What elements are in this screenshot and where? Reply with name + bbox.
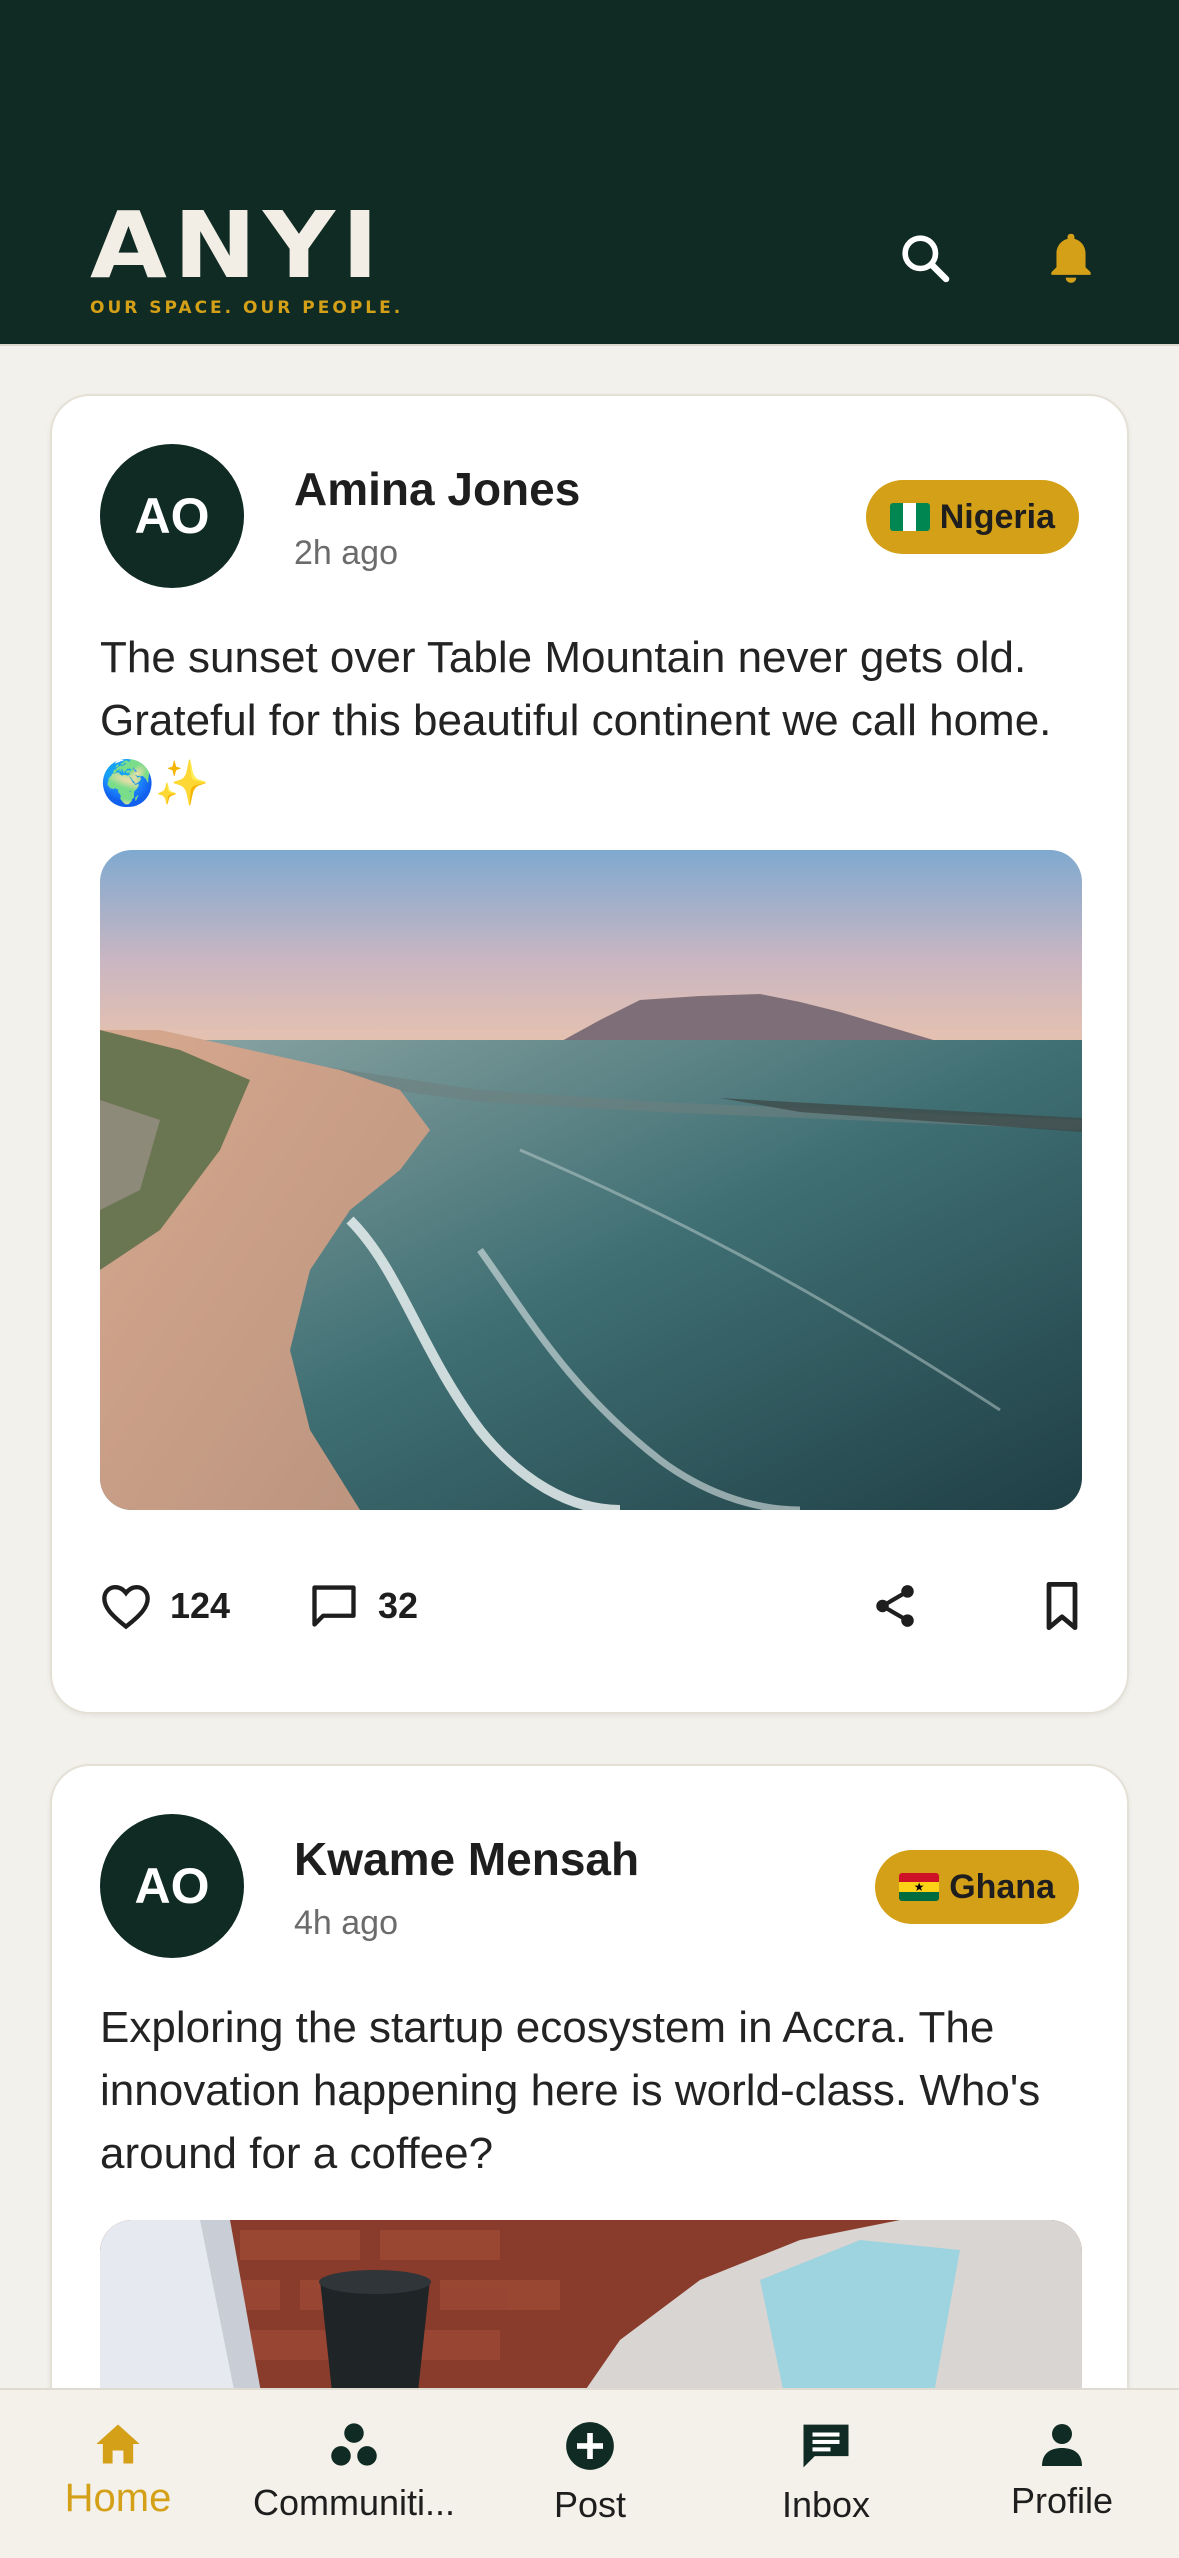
country-label: Ghana (949, 1867, 1055, 1906)
nav-profile-label: Profile (1010, 2480, 1114, 2521)
post-card[interactable]: AO Amina Jones 2h ago Nigeria The sunset… (50, 394, 1129, 1714)
add-circle-icon (566, 2422, 614, 2470)
avatar[interactable]: AO (100, 444, 244, 588)
communities-icon (331, 2423, 377, 2466)
post-feed: AO Amina Jones 2h ago Nigeria The sunset… (50, 394, 1129, 2470)
comment-icon (312, 1585, 356, 1627)
app-logo[interactable]: ANYI OUR SPACE. OUR PEOPLE. (90, 200, 404, 319)
country-badge[interactable]: ★ Ghana (875, 1850, 1079, 1924)
heart-icon (102, 1584, 150, 1630)
nav-post-label: Post (553, 2484, 627, 2525)
like-button[interactable]: 124 (100, 1566, 230, 1646)
nav-profile[interactable]: Profile (944, 2390, 1179, 2558)
bottom-nav: Home Communiti... Post Inbox Profile (0, 2388, 1179, 2558)
search-icon[interactable] (893, 226, 957, 290)
post-text: The sunset over Table Mountain never get… (100, 633, 1052, 808)
nav-inbox-label: Inbox (781, 2484, 871, 2525)
message-icon (803, 2424, 849, 2468)
post-actions: 124 32 (100, 1566, 1079, 1646)
nav-home-label: Home (64, 2476, 172, 2520)
avatar[interactable]: AO (100, 1814, 244, 1958)
share-button[interactable] (870, 1566, 920, 1646)
country-label: Nigeria (939, 497, 1055, 536)
comment-count: 32 (378, 1585, 419, 1626)
logo-tagline: OUR SPACE. OUR PEOPLE. (90, 298, 404, 318)
share-icon (876, 1585, 914, 1627)
post-time: 4h ago (294, 1904, 398, 1942)
bell-icon[interactable] (1039, 226, 1103, 290)
nav-home[interactable]: Home (0, 2390, 236, 2558)
nav-post[interactable]: Post (472, 2390, 708, 2558)
app-header: ANYI OUR SPACE. OUR PEOPLE. (0, 0, 1179, 346)
post-time: 2h ago (294, 534, 398, 572)
nav-inbox[interactable]: Inbox (708, 2390, 944, 2558)
post-text: Exploring the startup ecosystem in Accra… (100, 2003, 1041, 2178)
country-badge[interactable]: Nigeria (865, 480, 1079, 554)
post-image[interactable] (100, 850, 1082, 1510)
post-card[interactable]: AO Kwame Mensah 4h ago ★ Ghana Exploring… (50, 1764, 1129, 2470)
ghana-flag-icon: ★ (899, 1873, 940, 1901)
bookmark-button[interactable] (1040, 1566, 1084, 1646)
bookmark-icon (1046, 1581, 1078, 1631)
like-count: 124 (170, 1585, 231, 1626)
logo-wordmark: ANYI (90, 192, 385, 299)
nigeria-flag-icon (889, 503, 930, 531)
nav-communities[interactable]: Communiti... (236, 2390, 472, 2558)
person-icon (1042, 2424, 1082, 2466)
post-author[interactable]: Kwame Mensah (294, 1832, 639, 1886)
home-icon (96, 2424, 140, 2464)
post-author[interactable]: Amina Jones (294, 462, 580, 516)
comment-button[interactable]: 32 (308, 1566, 418, 1646)
nav-communities-label: Communiti... (252, 2482, 456, 2523)
